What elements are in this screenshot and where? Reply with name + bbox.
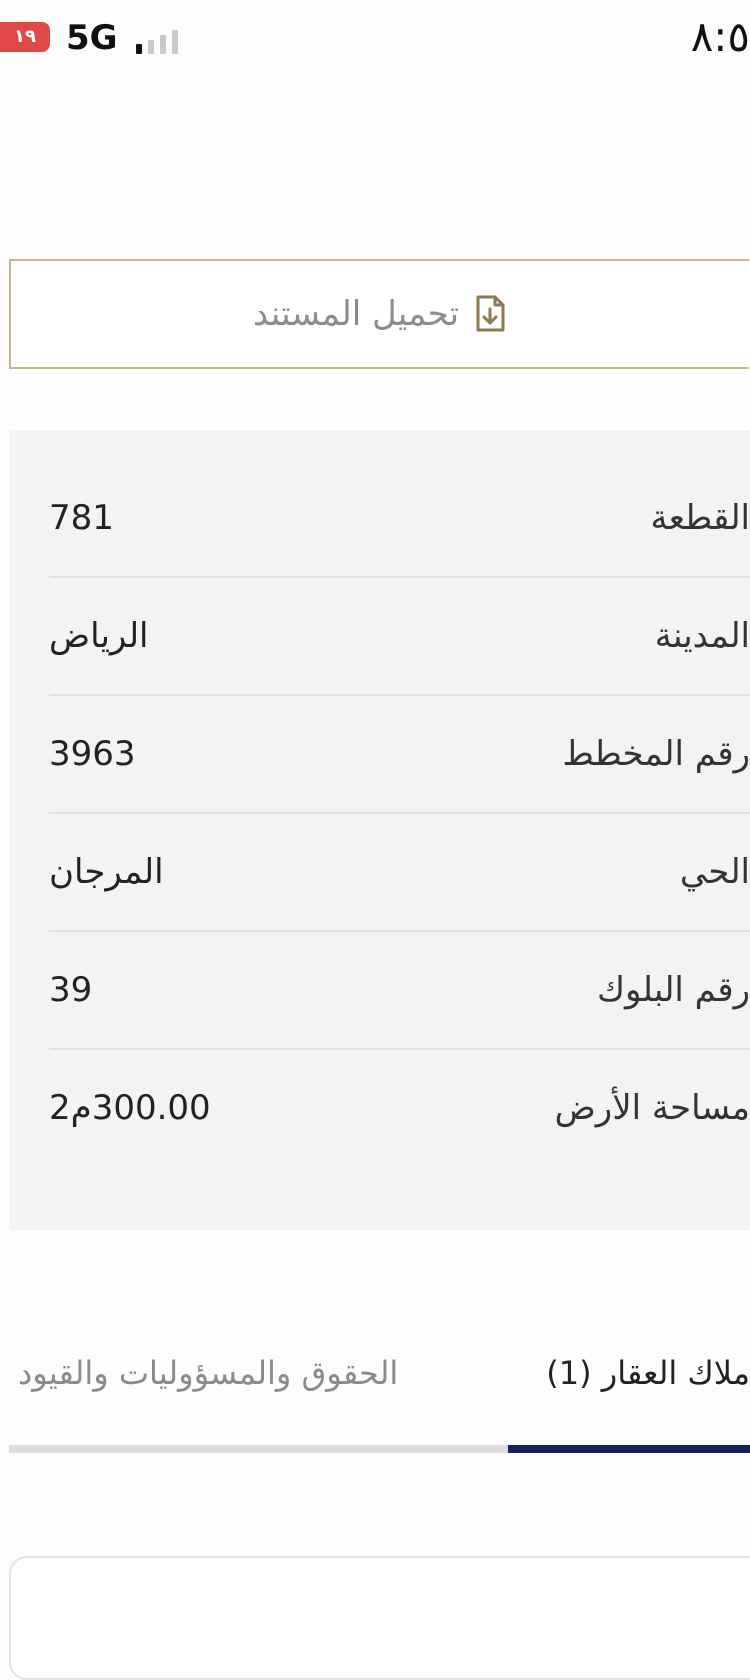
signal-strength-icon [136,28,188,54]
tab-track [9,1445,750,1453]
file-download-icon [473,295,507,333]
tab-active-indicator [508,1445,750,1453]
tab-bar: ملاك العقار (1) الحقوق والمسؤوليات والقي… [0,1330,750,1453]
detail-value: 39 [49,970,93,1010]
detail-label: الحي [679,852,750,892]
detail-row-district: الحي المرجان [49,814,750,932]
detail-row-block-number: رقم البلوك 39 [49,932,750,1050]
detail-row-city: المدينة الرياض [49,578,750,696]
detail-label: رقم المخطط [562,734,750,774]
tab-property-owners[interactable]: ملاك العقار (1) [546,1354,750,1392]
detail-value: 781 [49,498,114,538]
owner-card[interactable] [9,1556,750,1680]
detail-label: القطعة [650,498,750,538]
download-document-button[interactable]: تحميل المستند [9,259,749,369]
detail-row-land-area: مساحة الأرض 300.00م2 [49,1050,750,1168]
detail-value: الرياض [49,616,149,656]
network-type: 5G [66,18,118,58]
detail-row-plan-number: رقم المخطط 3963 [49,696,750,814]
property-details-panel: القطعة 781 المدينة الرياض رقم المخطط 396… [9,430,750,1230]
battery-indicator: ١٩ [0,22,50,52]
detail-value: المرجان [49,852,164,892]
detail-row-plot: القطعة 781 [49,460,750,578]
tab-rights-obligations-restrictions[interactable]: الحقوق والمسؤوليات والقيود [18,1354,398,1392]
detail-label: رقم البلوك [596,970,750,1010]
detail-value: 300.00م2 [49,1088,211,1128]
detail-label: مساحة الأرض [554,1088,750,1128]
detail-label: المدينة [654,616,750,656]
download-document-label: تحميل المستند [252,294,460,334]
detail-value: 3963 [49,734,136,774]
status-bar: ١٩ 5G ٨:٥ [0,0,750,84]
status-time: ٨:٥ [690,12,750,61]
